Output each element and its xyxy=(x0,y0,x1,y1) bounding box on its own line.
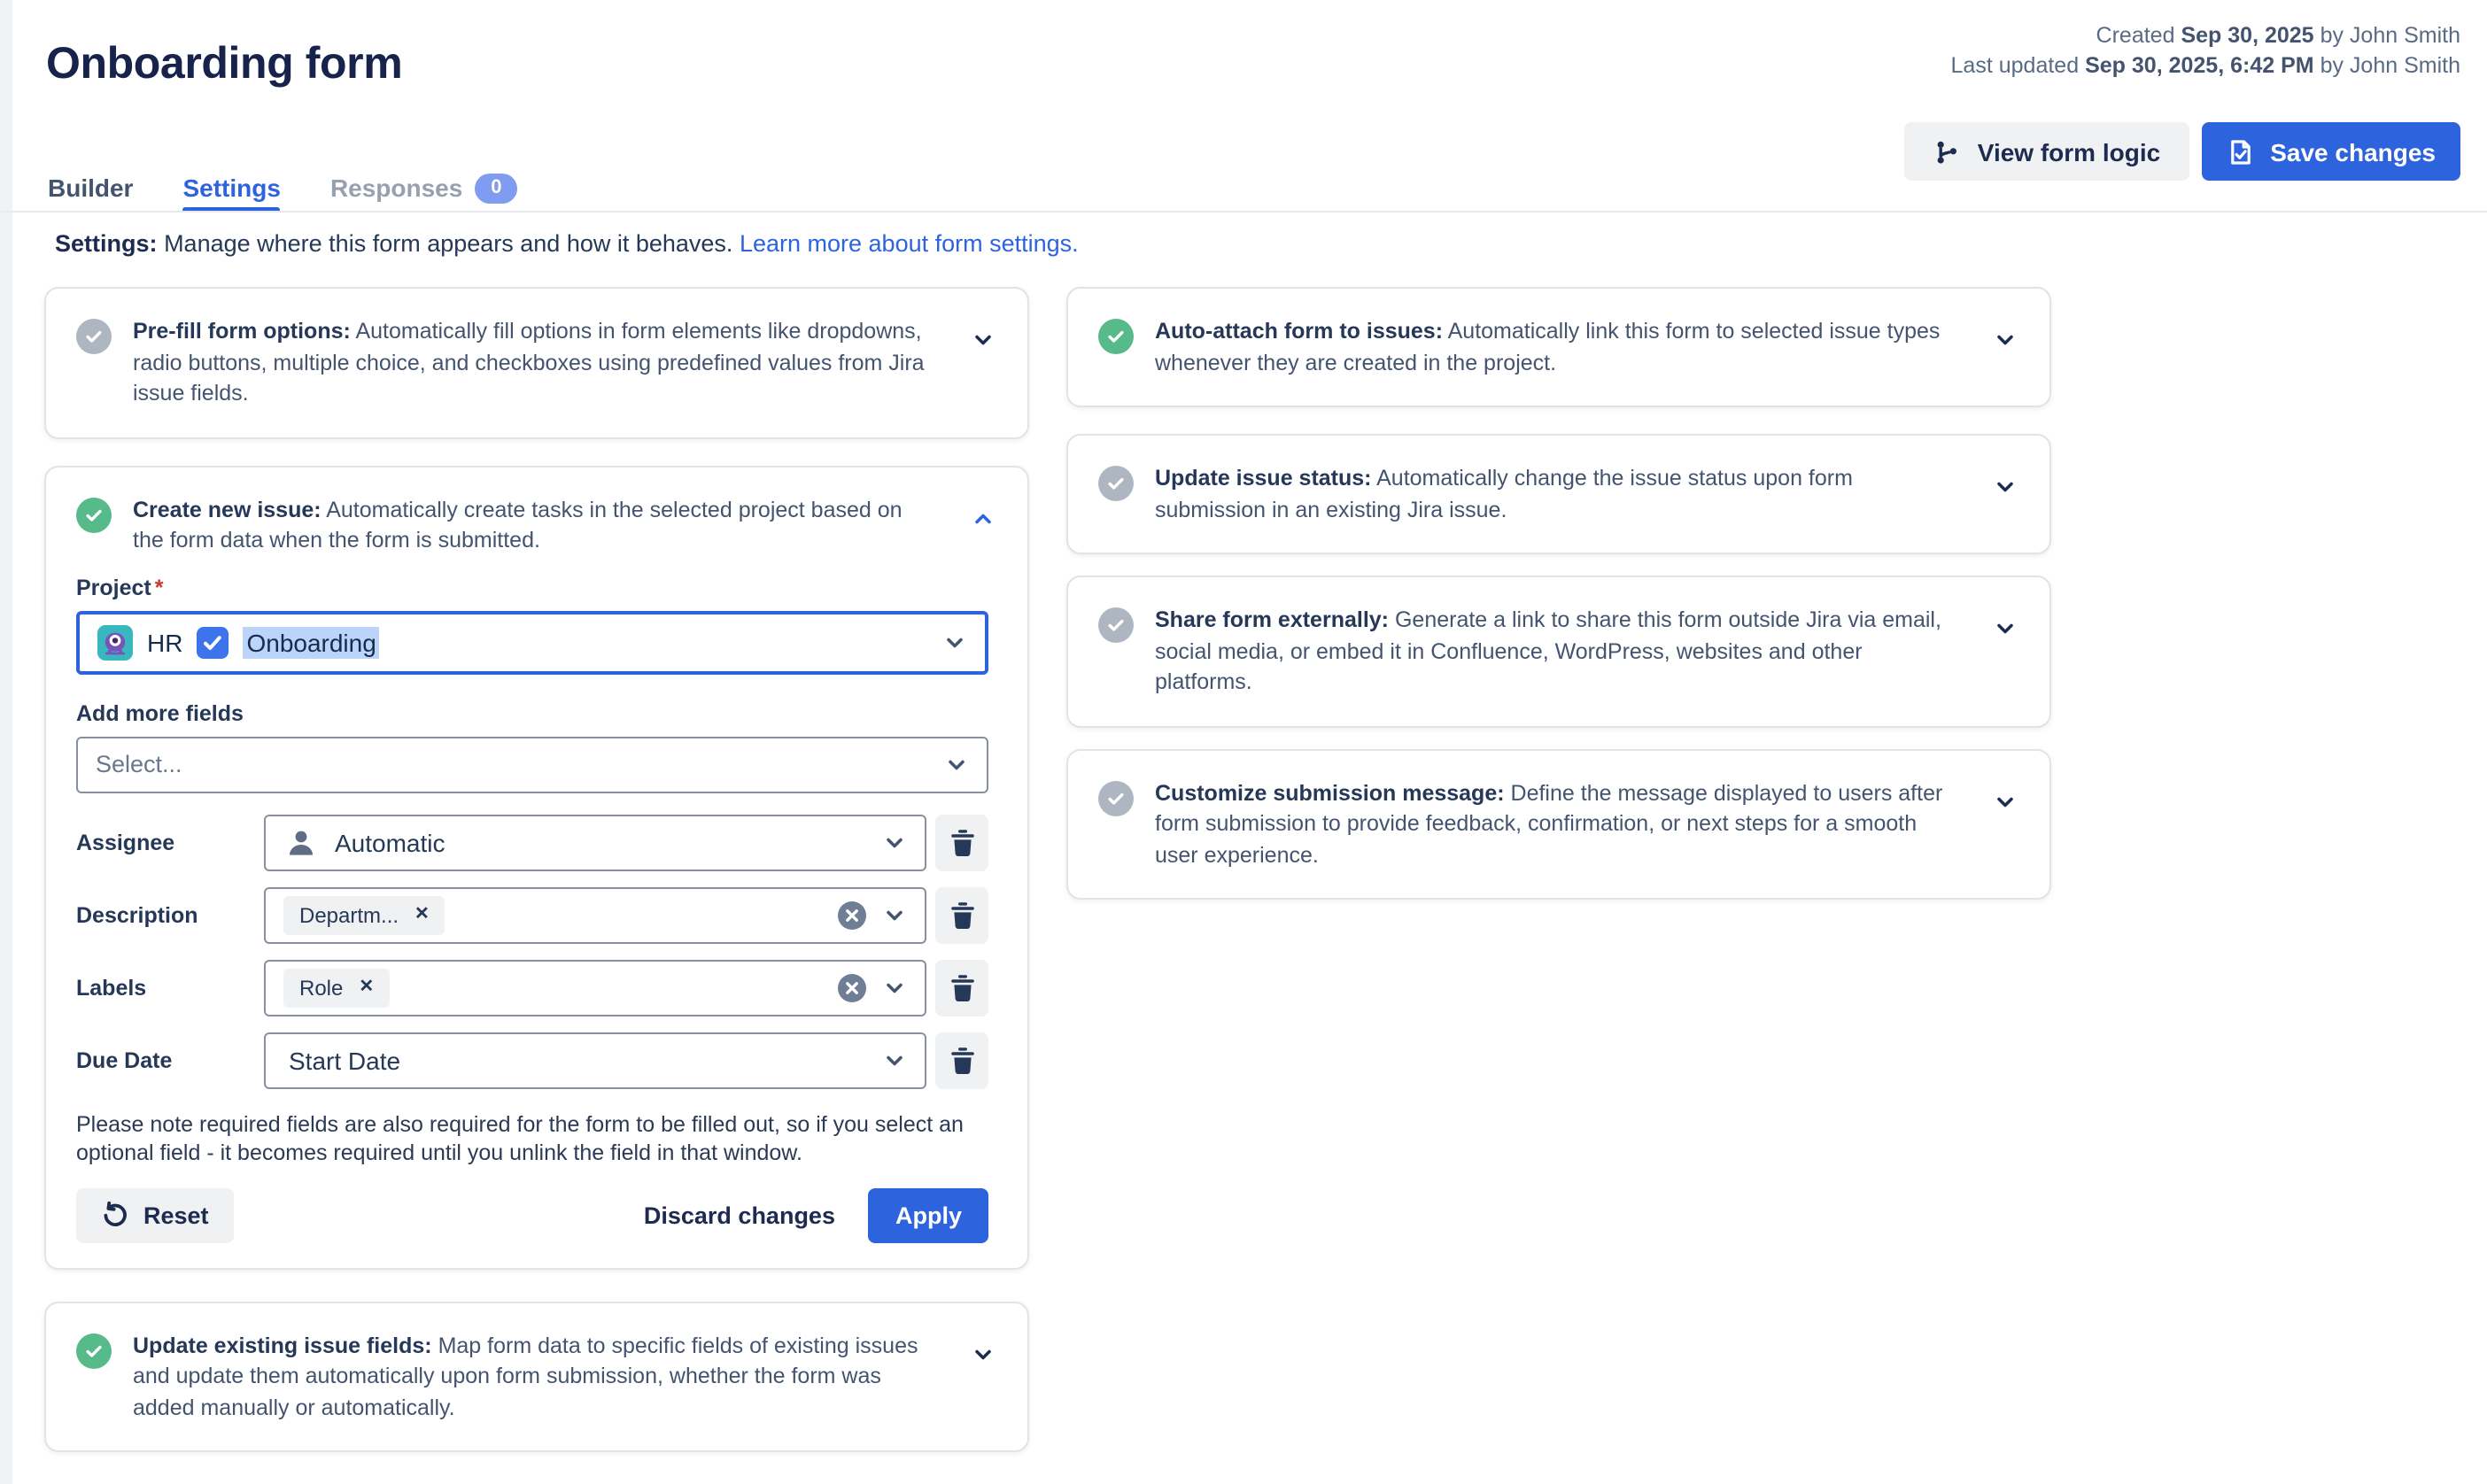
clear-select-icon[interactable] xyxy=(838,900,866,929)
branch-icon xyxy=(1933,137,1962,166)
card-auto-attach-form[interactable]: Auto-attach form to issues: Automaticall… xyxy=(1066,287,2051,407)
card-customize-submission-message[interactable]: Customize submission message: Define the… xyxy=(1066,748,2051,900)
chevron-up-icon[interactable] xyxy=(960,499,1006,537)
chevron-down-icon xyxy=(882,902,907,927)
delete-row-button[interactable] xyxy=(935,886,988,943)
card-prefill-form-options[interactable]: Pre-fill form options: Automatically fil… xyxy=(44,287,1029,438)
updated-line: Last updated Sep 30, 2025, 6:42 PM by Jo… xyxy=(1951,51,2460,81)
form-meta: Created Sep 30, 2025 by John Smith Last … xyxy=(1951,21,2460,81)
description-select[interactable]: Departm... ✕ xyxy=(264,886,926,943)
discard-changes-button[interactable]: Discard changes xyxy=(644,1202,835,1228)
add-more-fields-label: Add more fields xyxy=(76,700,988,725)
card-update-issue-status[interactable]: Update issue status: Automatically chang… xyxy=(1066,434,2051,554)
trash-icon xyxy=(949,828,975,856)
clear-select-icon[interactable] xyxy=(838,973,866,1001)
due-date-row: Due Date Start Date xyxy=(76,1032,988,1088)
create-card-actions: Reset Discard changes Apply xyxy=(76,1187,988,1242)
assignee-row: Assignee Automatic xyxy=(76,814,988,870)
chevron-down-icon xyxy=(944,752,969,777)
left-edge-strip xyxy=(0,0,12,1484)
status-check-icon xyxy=(76,497,112,532)
chevron-down-icon[interactable] xyxy=(960,1334,1006,1373)
responses-count-badge: 0 xyxy=(475,173,517,203)
reset-button[interactable]: Reset xyxy=(76,1187,234,1242)
assignee-select[interactable]: Automatic xyxy=(264,814,926,870)
save-changes-button[interactable]: Save changes xyxy=(2201,122,2460,181)
labels-row: Labels Role ✕ xyxy=(76,959,988,1016)
chevron-down-icon xyxy=(882,1047,907,1072)
delete-row-button[interactable] xyxy=(935,1032,988,1088)
save-document-icon xyxy=(2226,137,2254,166)
page-title: Onboarding form xyxy=(46,39,402,90)
card-update-existing-issue-fields[interactable]: Update existing issue fields: Map form d… xyxy=(44,1301,1029,1452)
delete-row-button[interactable] xyxy=(935,814,988,870)
status-check-icon xyxy=(76,319,112,354)
person-avatar-icon xyxy=(283,824,319,860)
apply-button[interactable]: Apply xyxy=(869,1187,988,1242)
description-row: Description Departm... ✕ xyxy=(76,886,988,943)
project-select[interactable]: HR Onboarding xyxy=(76,610,988,674)
labels-select[interactable]: Role ✕ xyxy=(264,959,926,1016)
chevron-down-icon[interactable] xyxy=(1982,468,2028,506)
status-check-icon xyxy=(1098,319,1134,354)
status-check-icon xyxy=(1098,466,1134,501)
project-label: Project* xyxy=(76,575,988,599)
chevron-down-icon[interactable] xyxy=(960,321,1006,359)
delete-row-button[interactable] xyxy=(935,959,988,1016)
chevron-down-icon xyxy=(942,630,967,654)
right-column: Auto-attach form to issues: Automaticall… xyxy=(1066,287,2051,900)
learn-more-link[interactable]: Learn more about form settings. xyxy=(740,230,1079,257)
reset-icon xyxy=(101,1201,129,1229)
tab-responses[interactable]: Responses 0 xyxy=(330,163,517,213)
tab-divider xyxy=(0,211,2487,213)
task-issue-type-icon xyxy=(197,626,229,658)
card-share-form-externally[interactable]: Share form externally: Generate a link t… xyxy=(1066,576,2051,727)
trash-icon xyxy=(949,900,975,929)
chevron-down-icon xyxy=(882,830,907,854)
project-avatar xyxy=(97,624,133,660)
remove-chip-icon[interactable]: ✕ xyxy=(414,905,430,924)
trash-icon xyxy=(949,1046,975,1074)
remove-chip-icon[interactable]: ✕ xyxy=(359,978,374,997)
trash-icon xyxy=(949,973,975,1001)
created-line: Created Sep 30, 2025 by John Smith xyxy=(1951,21,2460,51)
status-check-icon xyxy=(1098,780,1134,815)
chevron-down-icon[interactable] xyxy=(1982,321,2028,359)
add-more-fields-select[interactable]: Select... xyxy=(76,736,988,792)
required-fields-note: Please note required fields are also req… xyxy=(76,1109,988,1168)
due-date-select[interactable]: Start Date xyxy=(264,1032,926,1088)
labels-chip[interactable]: Role ✕ xyxy=(283,968,390,1007)
project-name-highlighted: Onboarding xyxy=(243,626,379,658)
tab-builder[interactable]: Builder xyxy=(48,163,133,213)
header-actions: View form logic Save changes xyxy=(1905,122,2460,181)
tab-bar: Builder Settings Responses 0 xyxy=(48,163,517,213)
status-check-icon xyxy=(1098,607,1134,643)
form-settings-page: Onboarding form Created Sep 30, 2025 by … xyxy=(0,0,2487,1484)
chevron-down-icon xyxy=(882,975,907,1000)
chevron-down-icon[interactable] xyxy=(1982,782,2028,821)
card-create-new-issue: Create new issue: Automatically create t… xyxy=(44,465,1029,1269)
tab-settings[interactable]: Settings xyxy=(182,163,280,213)
view-form-logic-button[interactable]: View form logic xyxy=(1905,122,2189,181)
description-chip[interactable]: Departm... ✕ xyxy=(283,895,445,934)
left-column: Pre-fill form options: Automatically fil… xyxy=(44,287,1029,1452)
settings-description: Settings: Manage where this form appears… xyxy=(55,227,1079,262)
chevron-down-icon[interactable] xyxy=(1982,609,2028,648)
status-check-icon xyxy=(76,1333,112,1368)
project-key: HR xyxy=(147,628,182,656)
